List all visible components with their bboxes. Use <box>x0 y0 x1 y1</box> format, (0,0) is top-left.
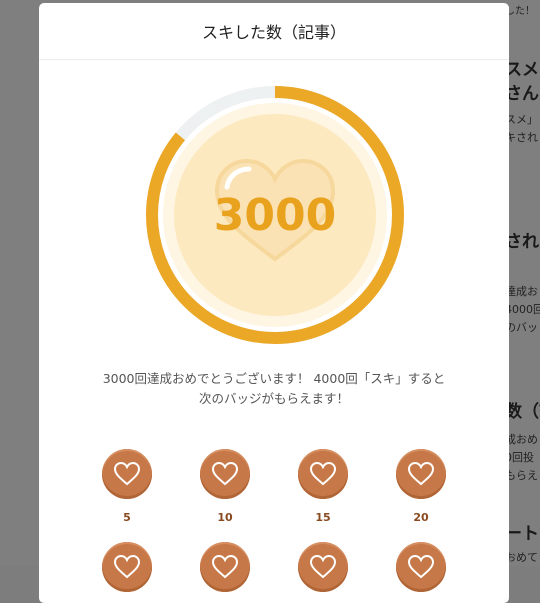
heart-icon <box>212 462 238 486</box>
badge-coin <box>102 449 152 499</box>
badge-coin <box>200 542 250 592</box>
badge-coin <box>396 542 446 592</box>
badge-item[interactable]: 20 <box>395 449 447 524</box>
badge-coin <box>298 449 348 499</box>
badge-coin <box>396 449 446 499</box>
badge-modal: スキした数（記事） 3000 3000回達成おめでとうございます！ 4000回「… <box>39 3 509 603</box>
badge-coin <box>200 449 250 499</box>
badge-item[interactable]: 10 <box>199 449 251 524</box>
badge-item[interactable] <box>101 542 153 603</box>
badge-item[interactable] <box>199 542 251 603</box>
badge-label: 5 <box>123 511 131 524</box>
badge-label: 20 <box>413 511 429 524</box>
message-line-1: 3000回達成おめでとうございます！ 4000回「スキ」すると <box>102 371 446 386</box>
badge-item[interactable]: 5 <box>101 449 153 524</box>
badge-label: 15 <box>315 511 331 524</box>
heart-icon <box>114 555 140 579</box>
heart-icon <box>408 555 434 579</box>
modal-header: スキした数（記事） <box>39 3 509 60</box>
badge-coin <box>298 542 348 592</box>
achievement-message: 3000回達成おめでとうございます！ 4000回「スキ」すると 次のバッジがもら… <box>69 369 479 409</box>
heart-icon <box>408 462 434 486</box>
message-line-2: 次のバッジがもらえます！ <box>198 391 349 406</box>
badge-item[interactable] <box>395 542 447 603</box>
heart-icon <box>310 555 336 579</box>
like-count: 3000 <box>213 189 337 241</box>
badge-item[interactable] <box>297 542 349 603</box>
heart-icon <box>310 462 336 486</box>
heart-icon <box>114 462 140 486</box>
progress-ring: 3000 <box>143 83 407 347</box>
badge-label: 10 <box>217 511 233 524</box>
heart-icon <box>212 555 238 579</box>
modal-title: スキした数（記事） <box>201 23 346 42</box>
badge-item[interactable]: 15 <box>297 449 349 524</box>
badge-coin <box>102 542 152 592</box>
